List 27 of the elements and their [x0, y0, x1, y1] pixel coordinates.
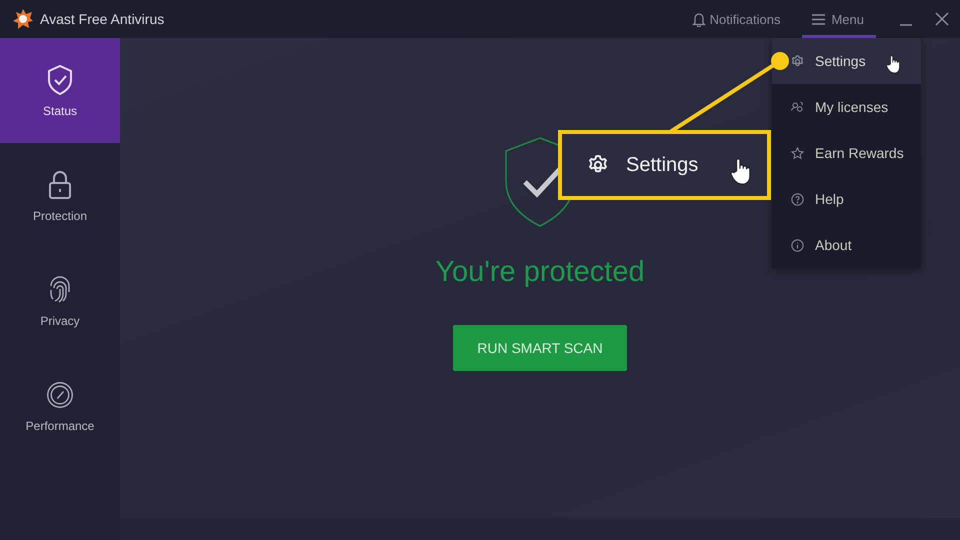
sidebar-item[interactable]: Protection [0, 143, 120, 248]
logo-icon [12, 8, 34, 30]
star-icon [790, 146, 805, 160]
sidebar-item[interactable]: Performance [0, 353, 120, 458]
shield-icon [46, 64, 74, 96]
people-icon [790, 100, 805, 114]
minimize-icon [899, 24, 913, 26]
close-icon [935, 12, 949, 26]
status-message: You're protected [435, 256, 645, 289]
callout-label: Settings [626, 154, 698, 176]
window-title: Avast Free Antivirus [40, 11, 166, 27]
help-icon [790, 192, 805, 206]
lock-icon [46, 168, 74, 200]
sidebar-item[interactable]: Privacy [0, 248, 120, 353]
menu-icon [812, 14, 826, 24]
notifications-button[interactable]: Notifications [692, 12, 780, 26]
menu-item[interactable]: Help [772, 176, 921, 222]
sidebar-item[interactable]: Status [0, 38, 120, 143]
settings-icon [790, 54, 805, 68]
menu-item[interactable]: Earn Rewards [772, 130, 921, 176]
menu-item[interactable]: About [772, 222, 921, 268]
bell-icon [692, 12, 706, 26]
hand-cursor-icon [886, 54, 901, 74]
info-icon [790, 238, 805, 252]
menu-item[interactable]: My licenses [772, 84, 921, 130]
hand-cursor-icon [730, 156, 752, 186]
menu-item[interactable]: Settings [772, 38, 921, 84]
